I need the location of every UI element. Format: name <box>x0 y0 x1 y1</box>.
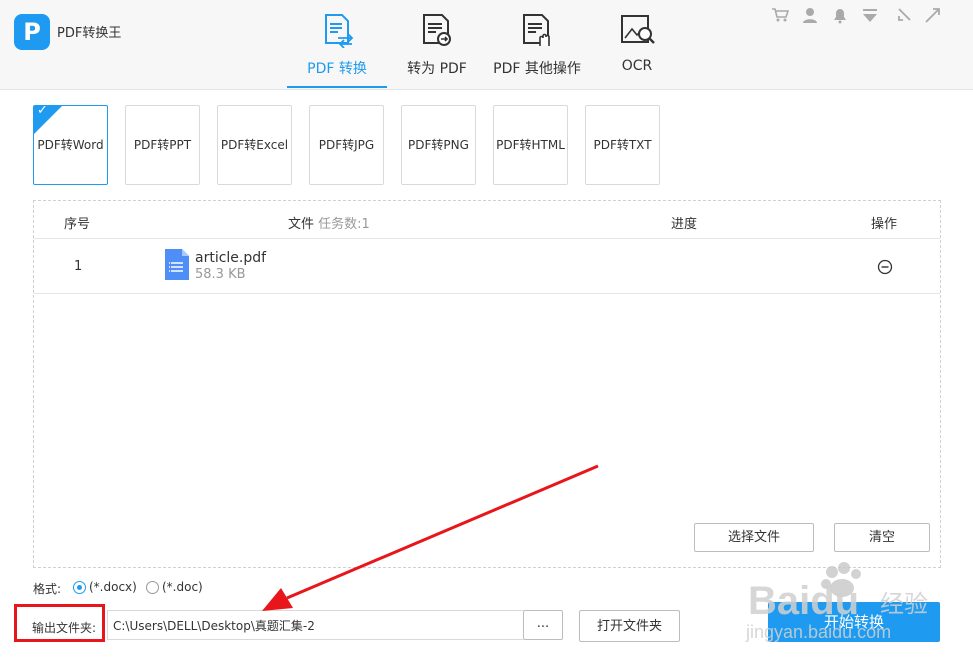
bell-icon[interactable] <box>831 6 849 24</box>
check-icon: ✓ <box>37 105 48 118</box>
watermark-brand: Baidu <box>748 579 859 623</box>
format-tile-word[interactable]: ✓ PDF转Word <box>33 105 108 185</box>
format-label: PDF转Excel <box>220 138 289 152</box>
radio-doc-label: (*.doc) <box>162 580 203 594</box>
output-path-input[interactable]: C:\Users\DELL\Desktop\真题汇集-2 <box>107 610 523 640</box>
table-row[interactable]: 1 article.pdf 58.3 KB <box>34 239 940 293</box>
format-label: PDF转HTML <box>496 138 565 152</box>
user-icon[interactable] <box>801 6 819 24</box>
radio-docx[interactable] <box>73 581 86 594</box>
document-icon <box>165 249 189 280</box>
select-file-button[interactable]: 选择文件 <box>694 523 814 552</box>
format-tile-jpg[interactable]: PDF转JPG <box>309 105 384 185</box>
file-header-label: 文件 <box>288 217 315 232</box>
column-header-progress: 进度 <box>671 217 698 232</box>
file-table: 序号 文件 任务数:1 进度 操作 1 article.pdf 58.3 KB … <box>33 200 941 568</box>
format-label: PDF转PPT <box>133 138 192 152</box>
column-header-index: 序号 <box>64 217 91 232</box>
radio-doc[interactable] <box>146 581 159 594</box>
maximize-icon[interactable] <box>924 6 942 24</box>
format-label: 格式: <box>33 582 62 596</box>
tab-pdf-convert[interactable]: PDF 转换 <box>287 0 387 88</box>
task-count: 任务数:1 <box>318 217 370 232</box>
tab-label: PDF 其他操作 <box>493 61 581 77</box>
cart-icon[interactable] <box>771 6 789 24</box>
pdf-convert-icon <box>325 14 354 48</box>
column-header-action: 操作 <box>871 217 898 232</box>
tab-label: OCR <box>621 58 653 74</box>
watermark-sub: 经验 <box>880 590 928 618</box>
format-label: PDF转JPG <box>318 138 375 152</box>
app-logo: P <box>14 14 50 50</box>
tab-ocr[interactable]: OCR <box>604 0 670 88</box>
format-tile-png[interactable]: PDF转PNG <box>401 105 476 185</box>
browse-button[interactable]: ... <box>523 610 563 640</box>
format-tile-txt[interactable]: PDF转TXT <box>585 105 660 185</box>
tab-to-pdf[interactable]: 转为 PDF <box>396 0 478 88</box>
watermark-url: jingyan.baidu.com <box>745 622 891 642</box>
tab-label: 转为 PDF <box>407 61 467 77</box>
file-size: 58.3 KB <box>195 267 246 282</box>
format-tile-ppt[interactable]: PDF转PPT <box>125 105 200 185</box>
remove-icon[interactable] <box>877 259 893 275</box>
format-tile-html[interactable]: PDF转HTML <box>493 105 568 185</box>
output-folder-label: 输出文件夹: <box>32 621 97 635</box>
format-label: PDF转TXT <box>593 138 652 152</box>
ocr-icon <box>621 15 655 44</box>
pdf-other-icon <box>523 14 550 46</box>
to-pdf-icon <box>423 14 451 46</box>
radio-docx-label: (*.docx) <box>89 580 137 594</box>
check-corner: ✓ <box>34 106 62 134</box>
open-folder-button[interactable]: 打开文件夹 <box>579 610 680 642</box>
file-name: article.pdf <box>195 250 267 266</box>
tab-pdf-other[interactable]: PDF 其他操作 <box>490 0 584 88</box>
divider <box>34 293 940 294</box>
minimize-icon[interactable] <box>896 6 914 24</box>
clear-button[interactable]: 清空 <box>834 523 930 552</box>
tab-label: PDF 转换 <box>307 61 367 77</box>
title-bar: P PDF转换王 PDF 转换 转为 PDF PDF 其他操作 OCR <box>0 0 973 90</box>
dropdown-icon[interactable] <box>861 6 879 24</box>
column-header-file: 文件 任务数:1 <box>288 213 370 232</box>
format-label: PDF转Word <box>37 138 104 152</box>
baidu-watermark-logo: Baidu 经验 jingyan.baidu.com <box>745 562 928 642</box>
format-label: PDF转PNG <box>408 138 469 152</box>
row-index: 1 <box>74 259 83 274</box>
format-tile-excel[interactable]: PDF转Excel <box>217 105 292 185</box>
app-title: PDF转换王 <box>57 26 122 41</box>
